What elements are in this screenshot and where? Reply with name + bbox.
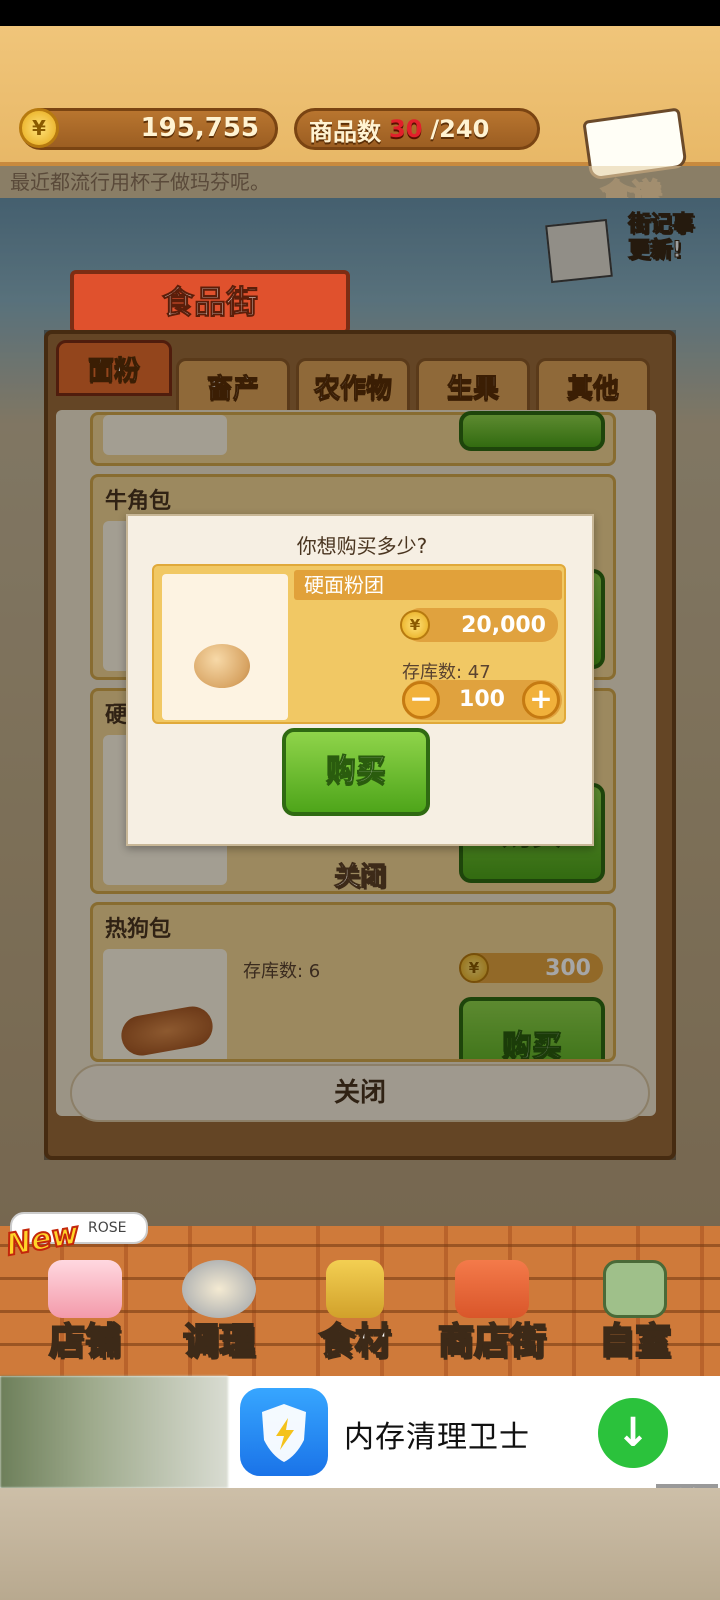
dialog-item-image [162,574,288,720]
item-count-max: /240 [430,115,490,143]
mixing-bowl-icon [182,1260,256,1318]
storefront-icon [455,1260,529,1318]
quantity-value: 100 [459,687,505,712]
coin-icon: ¥ [19,108,59,148]
quantity-stepper: − 100 + [402,680,562,720]
nav-shop-label: 店铺 [48,1321,122,1363]
dialog-item-name: 硬面粉团 [294,570,562,600]
flour-bag-icon [326,1260,384,1318]
dialog-close-button[interactable]: 关闭 [300,856,420,893]
ad-title[interactable]: 内存清理卫士 [344,1412,530,1456]
nav-ingredients[interactable]: 食材 [290,1260,420,1370]
food-street-title: 食品街 [70,270,350,334]
ad-image [0,1376,228,1488]
nav-my-room[interactable]: 自室 [570,1260,700,1370]
nav-cooking-label: 调理 [182,1321,256,1363]
purchase-dialog: 你想购买多少? 硬面粉团 ¥ 20,000 存库数: 47 − 100 + 购买 [126,514,594,846]
dialog-item-price: ¥ 20,000 [400,608,558,642]
nav-shop[interactable]: 店铺 [20,1260,150,1370]
money-display: ¥ 195,755 [19,108,278,150]
footer-background [0,1488,720,1600]
nav-cooking[interactable]: 调理 [154,1260,284,1370]
dialog-price-value: 20,000 [461,612,546,638]
nav-ingredients-label: 食材 [318,1321,392,1363]
dialog-question: 你想购买多少? [296,534,428,558]
decrease-quantity-button[interactable]: − [402,681,440,719]
money-value: 195,755 [140,113,259,143]
item-count-display: 商品数 30 /240 [294,108,540,150]
dialog-item-card: 硬面粉团 ¥ 20,000 存库数: 47 − 100 + [152,564,566,724]
shield-lightning-icon[interactable] [240,1388,328,1476]
item-count-label: 商品数 [309,117,381,146]
status-bar [0,0,720,26]
dialog-buy-button[interactable]: 购买 [282,728,430,816]
item-count-current: 30 [389,115,423,143]
dough-image [194,644,250,688]
nav-shopping-street-label: 商店街 [437,1321,547,1363]
download-arrow-icon[interactable]: ↓ [598,1398,668,1468]
nav-shopping-street[interactable]: 商店街 [422,1260,562,1370]
nav-my-room-label: 自室 [598,1321,672,1363]
news-ticker: 最近都流行用杯子做玛芬呢。 [0,166,720,198]
cake-icon [48,1260,122,1318]
increase-quantity-button[interactable]: + [522,681,560,719]
coin-icon: ¥ [400,610,430,640]
staff-only-door-icon [603,1260,667,1318]
